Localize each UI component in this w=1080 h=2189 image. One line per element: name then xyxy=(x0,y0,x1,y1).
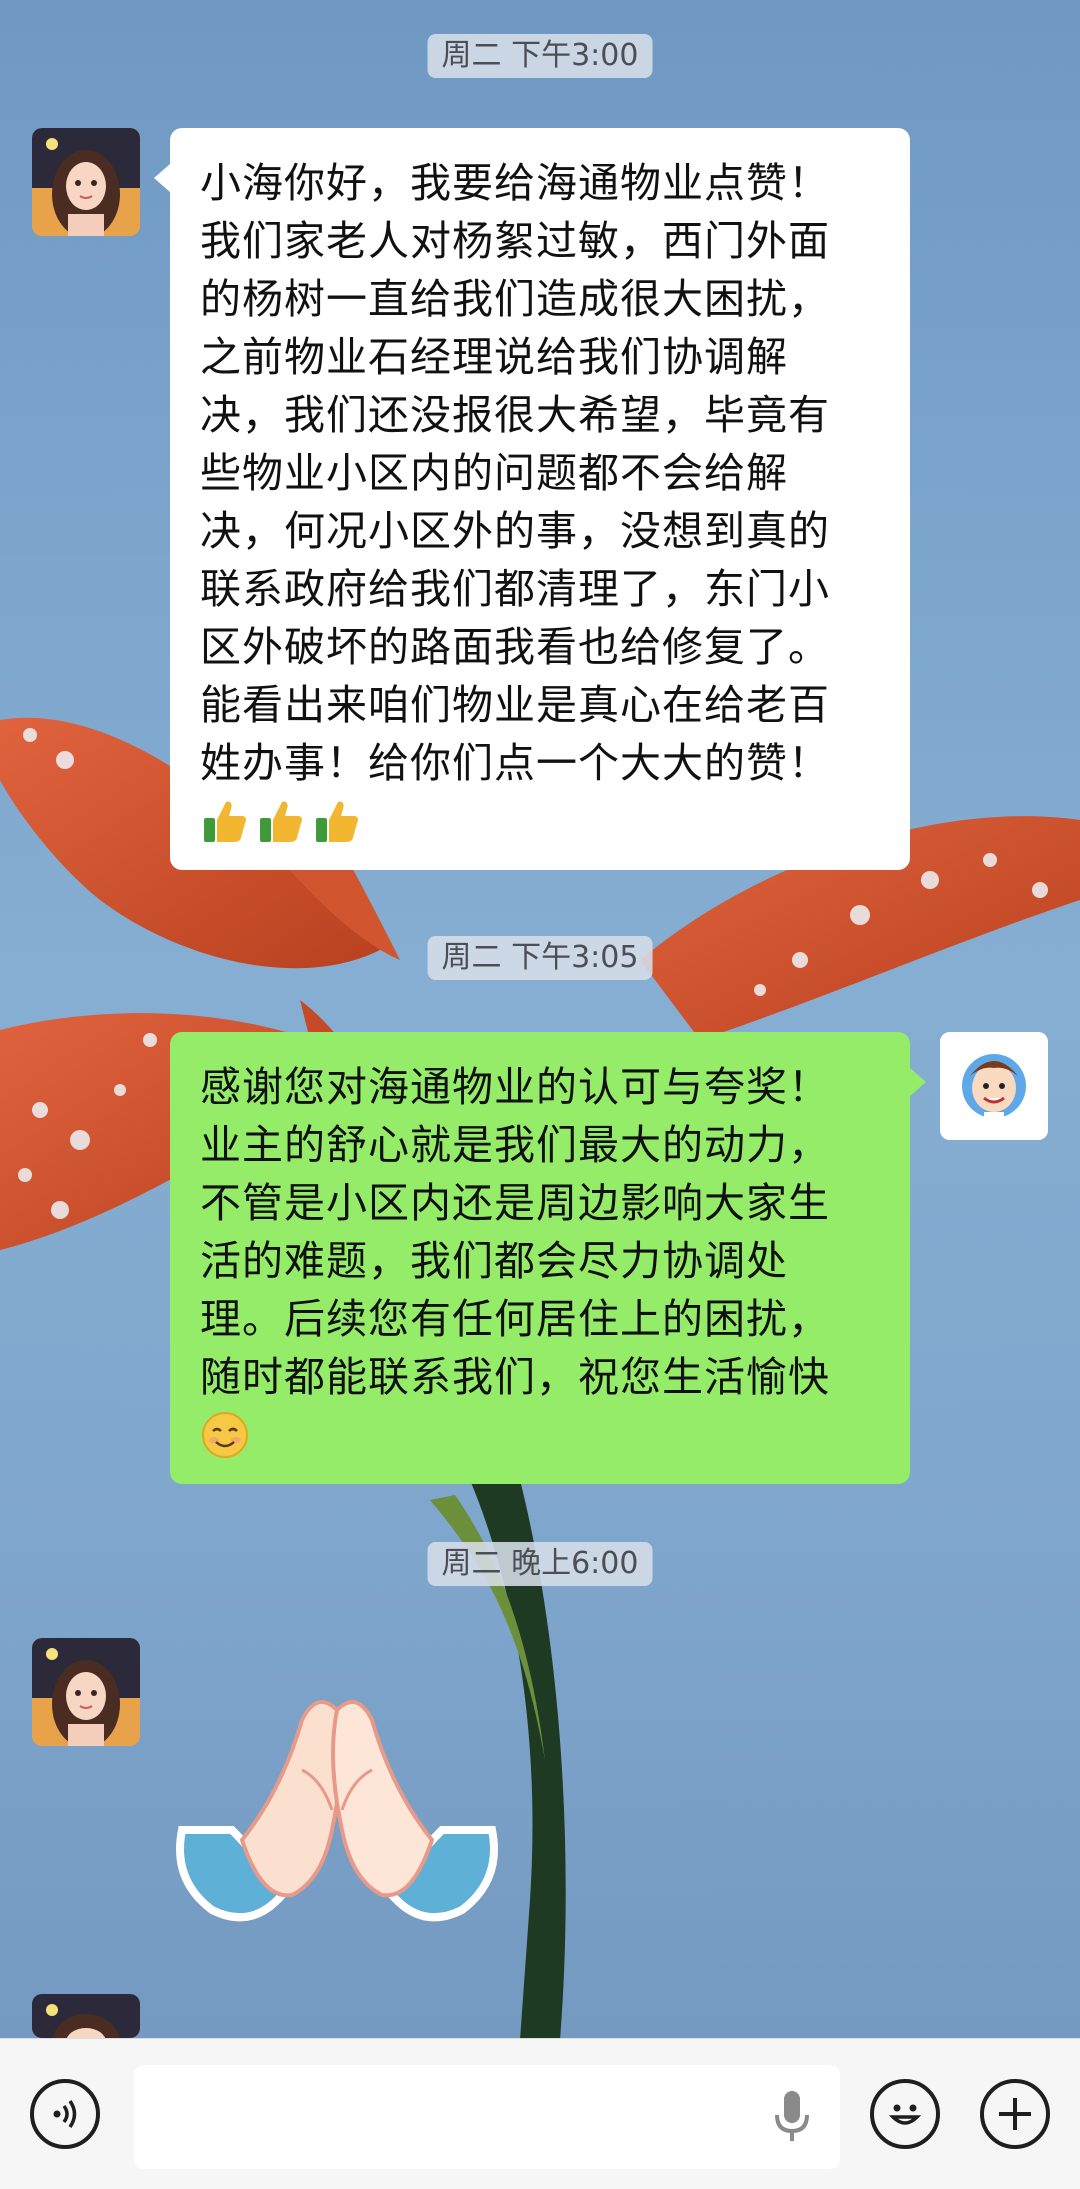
contact-avatar[interactable] xyxy=(32,1994,140,2038)
message-line: 理。后续您有任何居住上的困扰， xyxy=(200,1295,830,1343)
thumbs-up-icon xyxy=(260,801,302,842)
more-options-button[interactable] xyxy=(980,2079,1050,2149)
thumbs-up-icon xyxy=(316,801,358,842)
contact-avatar[interactable] xyxy=(32,128,140,236)
girl-avatar-icon xyxy=(32,1638,140,1746)
message-line: 感谢您对海通物业的认可与夸奖！ xyxy=(200,1063,830,1111)
message-line: 决，何况小区外的事，没想到真的 xyxy=(200,507,830,555)
contact-avatar[interactable] xyxy=(32,1638,140,1746)
message-line: 姓办事！给你们点一个大大的赞！ xyxy=(200,739,830,787)
praying-hands-sticker[interactable] xyxy=(172,1680,502,1940)
message-line: 决，我们还没报很大希望，毕竟有 xyxy=(200,391,830,439)
voice-wave-icon xyxy=(53,2100,77,2128)
message-line: 我们家老人对杨絮过敏，西门外面 xyxy=(200,217,830,265)
smile-icon xyxy=(202,1412,248,1458)
my-avatar[interactable] xyxy=(940,1032,1048,1140)
message-line: 的杨树一直给我们造成很大困扰， xyxy=(200,275,830,323)
emoji-row xyxy=(200,796,880,846)
message-line: 区外破坏的路面我看也给修复了。 xyxy=(200,623,830,671)
emoji-button[interactable] xyxy=(870,2079,940,2149)
message-line: 能看出来咱们物业是真心在给老百 xyxy=(200,681,830,729)
message-line: 活的难题，我们都会尽力协调处 xyxy=(200,1237,788,1285)
smiley-face-icon xyxy=(888,2104,922,2125)
girl-avatar-icon xyxy=(32,128,140,236)
message-line: 业主的舒心就是我们最大的动力， xyxy=(200,1121,830,1169)
message-line: 不管是小区内还是周边影响大家生 xyxy=(200,1179,830,1227)
microphone-icon[interactable] xyxy=(772,2089,812,2145)
message-input[interactable] xyxy=(134,2065,840,2169)
chat-input-bar xyxy=(0,2038,1080,2189)
incoming-message-bubble[interactable]: 小海你好，我要给海通物业点赞！ 我们家老人对杨絮过敏，西门外面 的杨树一直给我们… xyxy=(154,128,910,870)
message-line: 之前物业石经理说给我们协调解 xyxy=(200,333,788,381)
boy-avatar-icon xyxy=(940,1032,1048,1140)
message-line: 联系政府给我们都清理了，东门小 xyxy=(200,565,830,613)
outgoing-message-bubble[interactable]: 感谢您对海通物业的认可与夸奖！ 业主的舒心就是我们最大的动力， 不管是小区内还是… xyxy=(170,1032,926,1484)
message-line: 小海你好，我要给海通物业点赞！ xyxy=(200,159,830,207)
message-timestamp: 周二 晚上6:00 xyxy=(427,1542,653,1586)
voice-toggle-button[interactable] xyxy=(30,2079,100,2149)
message-timestamp: 周二 下午3:05 xyxy=(427,936,653,980)
girl-avatar-icon xyxy=(32,1994,140,2038)
emoji-row xyxy=(200,1410,880,1460)
message-timestamp: 周二 下午3:00 xyxy=(427,34,653,78)
plus-icon xyxy=(999,2098,1031,2130)
thumbs-up-icon xyxy=(204,801,246,842)
message-line: 随时都能联系我们，祝您生活愉快 xyxy=(200,1353,830,1401)
message-line: 些物业小区内的问题都不会给解 xyxy=(200,449,788,497)
